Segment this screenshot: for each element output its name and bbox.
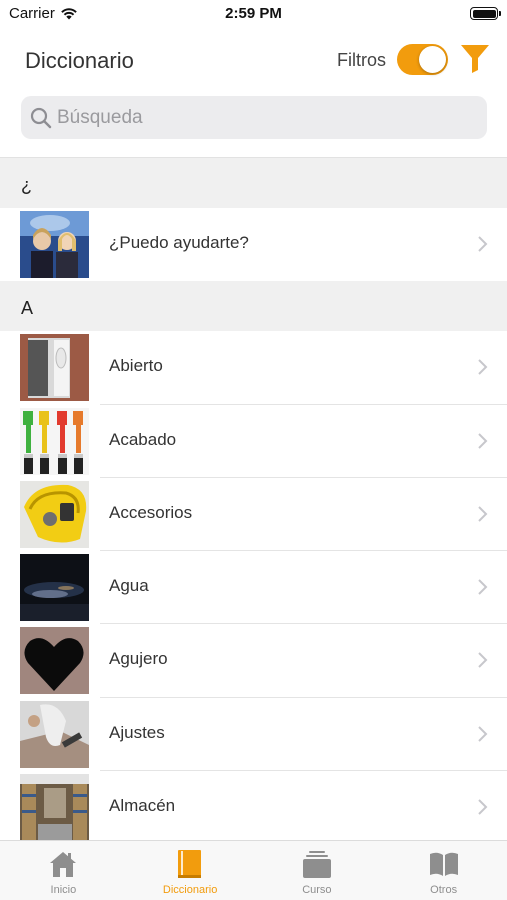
chevron-right-icon xyxy=(478,652,488,669)
tab-otros[interactable]: Otros xyxy=(380,841,507,900)
thumbnail-image xyxy=(20,334,89,402)
thumbnail-image xyxy=(20,480,89,548)
list-item-label: Acabado xyxy=(109,429,177,449)
list-item-label: Accesorios xyxy=(109,502,193,522)
filter-toggle[interactable] xyxy=(397,44,448,75)
list-item-label: Agua xyxy=(109,576,149,596)
status-bar: Carrier 2:59 PM xyxy=(0,0,507,30)
open-book-icon xyxy=(429,852,458,876)
search-bar[interactable] xyxy=(21,96,487,139)
thumbnail-image xyxy=(20,407,89,475)
list-item-label: Ajustes xyxy=(109,722,165,742)
thumbnail-image xyxy=(20,211,89,278)
thumbnail-image xyxy=(20,700,89,768)
chevron-right-icon xyxy=(478,506,488,522)
home-icon xyxy=(50,852,77,877)
tab-label: Diccionario xyxy=(162,884,218,896)
tab-inicio[interactable]: Inicio xyxy=(0,841,127,900)
list-item[interactable]: Agujero xyxy=(0,624,507,698)
clock: 2:59 PM xyxy=(225,5,282,22)
chevron-right-icon xyxy=(478,726,488,742)
section-header: A xyxy=(0,281,507,332)
filter-label: Filtros xyxy=(337,50,386,70)
list-item[interactable]: Ajustes xyxy=(0,697,507,772)
page-title: Diccionario xyxy=(25,48,134,73)
section-header: ¿ xyxy=(0,158,507,208)
tab-curso[interactable]: Curso xyxy=(254,841,381,900)
chevron-right-icon xyxy=(478,236,488,252)
list-item-label: ¿Puedo ayudarte? xyxy=(109,233,249,252)
battery-icon xyxy=(470,7,501,20)
tab-label: Inicio xyxy=(50,884,77,896)
thumbnail-image xyxy=(20,554,89,622)
list-item[interactable]: Almacén xyxy=(0,771,507,840)
nav-header: Diccionario Filtros xyxy=(0,36,507,86)
chevron-right-icon xyxy=(478,432,488,449)
tab-label: Curso xyxy=(302,884,332,896)
search-input[interactable] xyxy=(57,96,477,139)
toggle-knob xyxy=(419,46,446,73)
list-item[interactable]: Acabado xyxy=(0,404,507,478)
stack-icon xyxy=(302,851,331,878)
thumbnail-image xyxy=(20,774,89,840)
list-item-label: Almacén xyxy=(109,796,176,816)
list-item[interactable]: ¿Puedo ayudarte? xyxy=(0,208,507,282)
filter-funnel-icon[interactable] xyxy=(459,42,491,74)
chevron-right-icon xyxy=(478,799,488,815)
list-item[interactable]: Abierto xyxy=(0,331,507,405)
tab-label: Otros xyxy=(430,884,458,896)
dictionary-list[interactable]: ¿ ¿Puedo ayudarte? A Abierto Acabado Acc… xyxy=(0,157,507,840)
list-item[interactable]: Agua xyxy=(0,551,507,625)
chevron-right-icon xyxy=(478,359,488,376)
chevron-right-icon xyxy=(478,579,488,595)
tab-diccionario[interactable]: Diccionario xyxy=(127,841,254,900)
search-icon xyxy=(30,107,52,129)
list-item-label: Agujero xyxy=(109,649,168,669)
list-item-label: Abierto xyxy=(109,356,163,376)
list-item[interactable]: Accesorios xyxy=(0,477,507,552)
thumbnail-image xyxy=(20,627,89,695)
tab-bar: Inicio Diccionario Curso Otros xyxy=(0,840,507,900)
book-icon xyxy=(178,850,202,878)
